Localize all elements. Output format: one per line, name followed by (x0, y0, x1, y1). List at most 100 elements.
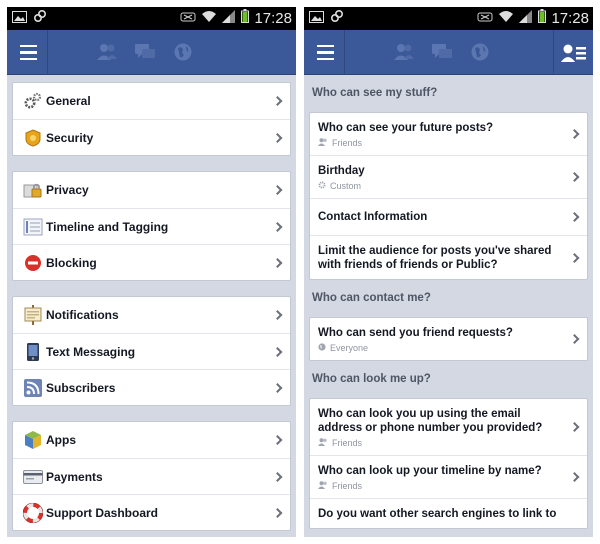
privacy-item-value: Everyone (330, 343, 369, 353)
clock: 17:28 (254, 10, 292, 27)
settings-item-label: Subscribers (46, 380, 116, 395)
phone-icon (22, 341, 44, 363)
chevron-right-icon (272, 132, 283, 143)
friend-requests-icon[interactable] (95, 41, 119, 63)
notifications-globe-icon[interactable] (171, 41, 195, 63)
signal-icon (222, 9, 236, 28)
block-icon (22, 252, 44, 274)
privacy-item-birthday[interactable]: Birthday Custom (310, 155, 587, 198)
privacy-group-see-stuff: Who can see your future posts? Friends B… (309, 112, 588, 280)
menu-icon[interactable] (13, 30, 43, 75)
gallery-icon (309, 10, 324, 28)
section-title-look-me-up: Who can look me up? (312, 373, 431, 385)
badge-icon (22, 127, 44, 149)
privacy-group-look-me-up: Who can look you up using the email addr… (309, 398, 588, 529)
clock: 17:28 (551, 10, 589, 27)
gear-small-icon (318, 181, 326, 191)
messages-icon[interactable] (430, 41, 454, 63)
privacy-screen: 17:28 Who can see my stuff? Who can see … (304, 7, 593, 537)
privacy-item-search-engines[interactable]: Do you want other search engines to link… (310, 498, 587, 528)
chevron-right-icon (272, 435, 283, 445)
privacy-item-contact-information[interactable]: Contact Information (310, 198, 587, 235)
privacy-item-value: Friends (332, 438, 363, 448)
chevron-right-icon (569, 472, 580, 482)
friend-requests-icon[interactable] (392, 41, 416, 63)
privacy-item-title: Who can look you up using the email addr… (318, 408, 543, 434)
mute-icon (477, 10, 493, 28)
settings-item-payments[interactable]: Payments (13, 458, 290, 494)
wifi-icon (201, 10, 217, 28)
settings-item-label: Text Messaging (46, 344, 136, 359)
settings-item-label: Privacy (46, 183, 89, 197)
settings-item-text-messaging[interactable]: Text Messaging (13, 333, 290, 369)
settings-item-label: Apps (46, 433, 76, 447)
chevron-right-icon (272, 221, 283, 232)
settings-item-label: Payments (46, 469, 103, 484)
wifi-icon (498, 10, 514, 28)
settings-item-label: Security (46, 130, 94, 145)
privacy-item-title: Contact Information (318, 211, 428, 223)
settings-item-label: General (46, 94, 91, 108)
settings-item-label: Support Dashboard (46, 505, 159, 520)
settings-item-general[interactable]: General (13, 83, 290, 119)
privacy-item-value: Custom (330, 181, 362, 191)
settings-item-label: Notifications (46, 308, 119, 322)
privacy-item-lookup-timeline[interactable]: Who can look up your timeline by name? F… (310, 455, 587, 498)
timeline-icon (22, 216, 44, 238)
sync-icon (330, 9, 344, 28)
gallery-icon (12, 10, 27, 28)
battery-icon (538, 9, 547, 28)
sync-icon (33, 9, 47, 28)
privacy-item-title: Who can send you friend requests? (318, 327, 513, 339)
settings-item-subscribers[interactable]: Subscribers (13, 369, 290, 405)
settings-item-blocking[interactable]: Blocking (13, 244, 290, 280)
privacy-item-title: Who can look up your timeline by name? (318, 465, 542, 477)
chevron-right-icon (272, 346, 283, 357)
chevron-right-icon (569, 252, 580, 263)
chevron-right-icon (569, 422, 580, 432)
privacy-item-title: Do you want other search engines to link… (318, 508, 557, 520)
chevron-right-icon (569, 172, 580, 182)
privacy-item-title: Who can see your future posts? (318, 122, 494, 134)
settings-item-timeline-and-tagging[interactable]: Timeline and Tagging (13, 208, 290, 244)
settings-item-label: Blocking (46, 255, 97, 270)
battery-icon (241, 9, 250, 28)
privacy-item-value: Friends (332, 138, 363, 148)
settings-item-security[interactable]: Security (13, 119, 290, 155)
gear-icon (22, 90, 44, 112)
settings-item-apps[interactable]: Apps (13, 422, 290, 458)
chevron-right-icon (272, 185, 283, 195)
cube-icon (22, 429, 44, 451)
privacy-item-title: Limit the audience for posts you've shar… (318, 245, 552, 271)
chevron-right-icon (272, 507, 283, 518)
privacy-item-value: Friends (332, 481, 363, 491)
chevron-right-icon (272, 310, 283, 320)
settings-item-privacy[interactable]: Privacy (13, 172, 290, 208)
settings-group-apps: Apps Payments Support Dashboard (12, 421, 291, 531)
status-bar: 17:28 (7, 7, 296, 30)
privacy-item-future-posts[interactable]: Who can see your future posts? Friends (310, 113, 587, 155)
section-title-see-stuff: Who can see my stuff? (312, 87, 438, 99)
settings-group-privacy: Privacy Timeline and Tagging Blocking (12, 171, 291, 281)
settings-item-label: Timeline and Tagging (46, 219, 169, 234)
notifications-globe-icon[interactable] (468, 41, 492, 63)
settings-item-support-dashboard[interactable]: Support Dashboard (13, 494, 290, 530)
menu-icon[interactable] (310, 30, 340, 75)
privacy-item-limit-past-posts[interactable]: Limit the audience for posts you've shar… (310, 235, 587, 279)
chevron-right-icon (569, 334, 580, 344)
lifebuoy-icon (22, 502, 44, 524)
lock-icon (22, 179, 44, 201)
friends-list-icon[interactable] (553, 30, 593, 75)
messages-icon[interactable] (133, 41, 157, 63)
privacy-item-friend-requests[interactable]: Who can send you friend requests? Everyo… (310, 318, 587, 360)
privacy-item-lookup-email-phone[interactable]: Who can look you up using the email addr… (310, 399, 587, 455)
settings-group-general: General Security (12, 82, 291, 156)
chevron-right-icon (569, 212, 580, 222)
top-nav-bar (7, 30, 296, 75)
settings-item-notifications[interactable]: Notifications (13, 297, 290, 333)
chevron-right-icon (272, 96, 283, 106)
friends-icon (318, 438, 328, 448)
settings-screen: 17:28 General Security Privacy Timeline … (7, 7, 296, 537)
status-bar: 17:28 (304, 7, 593, 30)
mute-icon (180, 10, 196, 28)
